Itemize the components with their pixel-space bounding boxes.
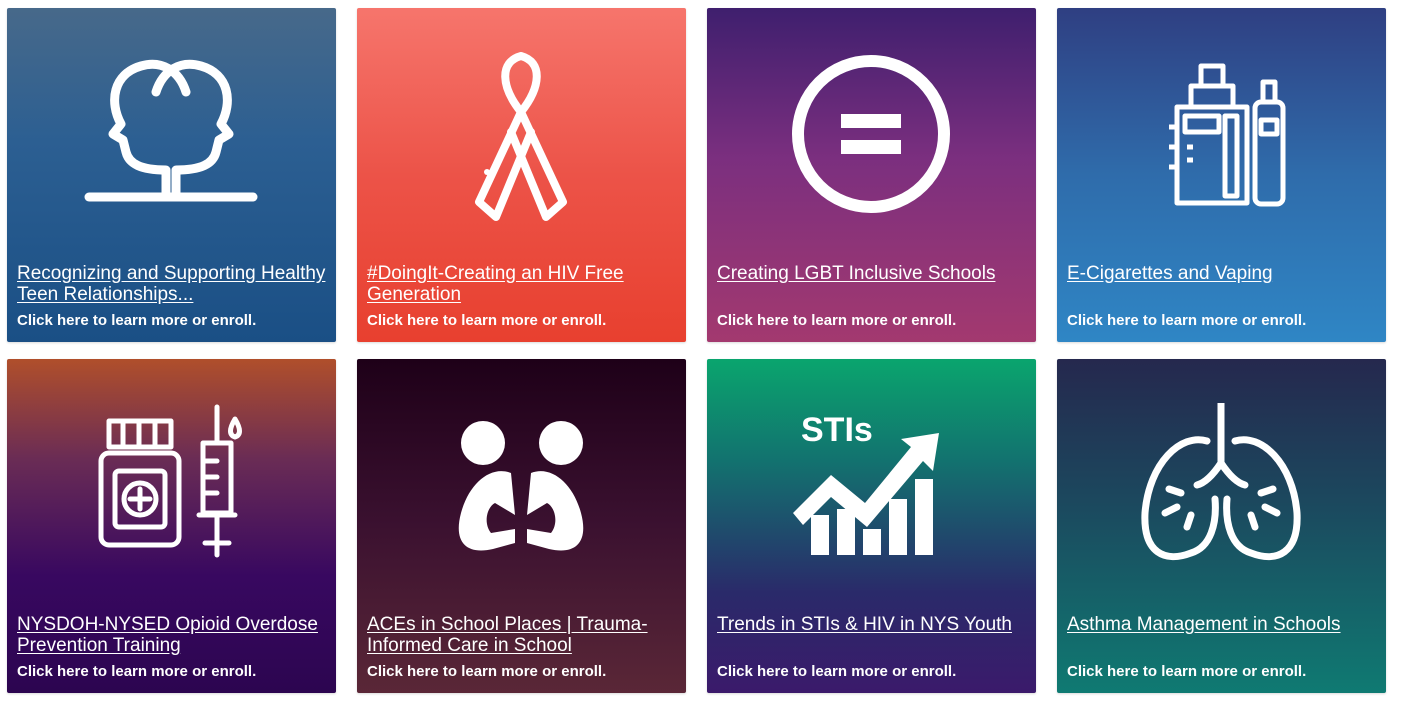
card-title-link[interactable]: #DoingIt-Creating an HIV Free Generation bbox=[367, 263, 676, 305]
medicine-bottle-syringe-icon bbox=[71, 403, 271, 573]
svg-text:STIs: STIs bbox=[801, 411, 873, 449]
card-enroll-text[interactable]: Click here to learn more or enroll. bbox=[17, 663, 256, 680]
card-title-link[interactable]: Creating LGBT Inclusive Schools bbox=[717, 263, 1026, 284]
card-title-link[interactable]: Recognizing and Supporting Healthy Teen … bbox=[17, 263, 326, 305]
card-enroll-text[interactable]: Click here to learn more or enroll. bbox=[367, 312, 606, 329]
card-enroll-text[interactable]: Click here to learn more or enroll. bbox=[717, 663, 956, 680]
card-title-link[interactable]: ACEs in School Places | Trauma-Informed … bbox=[367, 614, 676, 656]
awareness-ribbon-icon bbox=[421, 52, 621, 222]
rising-chart-icon: STIs bbox=[771, 403, 971, 573]
card-title-link[interactable]: Asthma Management in Schools bbox=[1067, 614, 1376, 635]
card-title-link[interactable]: Trends in STIs & HIV in NYS Youth bbox=[717, 614, 1026, 635]
lungs-icon bbox=[1121, 403, 1321, 573]
course-card-ecigarettes[interactable]: E-Cigarettes and Vaping Click here to le… bbox=[1057, 8, 1386, 342]
course-card-healthy-relationships[interactable]: Recognizing and Supporting Healthy Teen … bbox=[7, 8, 336, 342]
course-card-asthma[interactable]: Asthma Management in Schools Click here … bbox=[1057, 359, 1386, 693]
course-card-hiv-free[interactable]: #DoingIt-Creating an HIV Free Generation… bbox=[357, 8, 686, 342]
two-heads-icon bbox=[71, 52, 271, 222]
course-card-sti-trends[interactable]: STIs Trends in STIs & HIV in NYS Youth C… bbox=[707, 359, 1036, 693]
card-title-link[interactable]: NYSDOH-NYSED Opioid Overdose Prevention … bbox=[17, 614, 326, 656]
course-card-lgbt-inclusive[interactable]: Creating LGBT Inclusive Schools Click he… bbox=[707, 8, 1036, 342]
card-title-link[interactable]: E-Cigarettes and Vaping bbox=[1067, 263, 1376, 284]
vape-device-icon bbox=[1121, 52, 1321, 222]
card-enroll-text[interactable]: Click here to learn more or enroll. bbox=[367, 663, 606, 680]
card-enroll-text[interactable]: Click here to learn more or enroll. bbox=[17, 312, 256, 329]
card-enroll-text[interactable]: Click here to learn more or enroll. bbox=[717, 312, 956, 329]
equal-sign-icon bbox=[771, 52, 971, 222]
course-card-opioid-overdose[interactable]: NYSDOH-NYSED Opioid Overdose Prevention … bbox=[7, 359, 336, 693]
card-enroll-text[interactable]: Click here to learn more or enroll. bbox=[1067, 312, 1306, 329]
sitting-people-icon bbox=[421, 403, 621, 573]
course-card-aces-trauma[interactable]: ACEs in School Places | Trauma-Informed … bbox=[357, 359, 686, 693]
card-enroll-text[interactable]: Click here to learn more or enroll. bbox=[1067, 663, 1306, 680]
